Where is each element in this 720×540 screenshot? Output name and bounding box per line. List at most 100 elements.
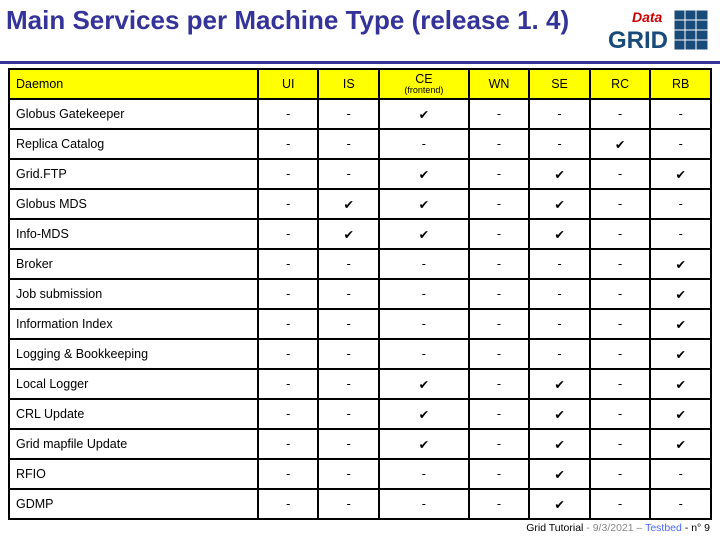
cell: - — [258, 99, 319, 129]
cell: - — [469, 159, 530, 189]
row-name: Logging & Bookkeeping — [9, 339, 258, 369]
cell: - — [379, 489, 469, 519]
cell: - — [318, 399, 379, 429]
cell: ✔ — [379, 369, 469, 399]
row-name: Grid.FTP — [9, 159, 258, 189]
cell: - — [650, 219, 711, 249]
cell: - — [529, 309, 590, 339]
cell: - — [590, 429, 651, 459]
cell: - — [469, 99, 530, 129]
col-ce: CE (frontend) — [379, 69, 469, 99]
col-daemon: Daemon — [9, 69, 258, 99]
cell: - — [258, 489, 319, 519]
cell: ✔ — [650, 249, 711, 279]
cell: - — [529, 99, 590, 129]
cell: - — [258, 159, 319, 189]
cell: - — [469, 429, 530, 459]
cell: - — [318, 459, 379, 489]
cell: - — [529, 249, 590, 279]
cell: ✔ — [650, 279, 711, 309]
cell: ✔ — [650, 339, 711, 369]
cell: - — [590, 369, 651, 399]
row-name: Information Index — [9, 309, 258, 339]
svg-text:GRID: GRID — [608, 27, 668, 54]
table-row: Globus MDS-✔✔-✔-- — [9, 189, 711, 219]
cell: ✔ — [379, 159, 469, 189]
cell: ✔ — [650, 429, 711, 459]
cell: - — [258, 279, 319, 309]
row-name: Broker — [9, 249, 258, 279]
cell: - — [318, 279, 379, 309]
datagrid-logo: Data GRID — [602, 6, 712, 59]
cell: - — [258, 219, 319, 249]
cell: - — [469, 279, 530, 309]
cell: - — [258, 189, 319, 219]
cell: - — [590, 459, 651, 489]
cell: - — [318, 369, 379, 399]
table-row: Globus Gatekeeper--✔---- — [9, 99, 711, 129]
cell: - — [650, 189, 711, 219]
cell: ✔ — [529, 429, 590, 459]
cell: ✔ — [650, 159, 711, 189]
row-name: Grid mapfile Update — [9, 429, 258, 459]
cell: - — [258, 459, 319, 489]
cell: - — [258, 339, 319, 369]
table-row: Logging & Bookkeeping------✔ — [9, 339, 711, 369]
cell: ✔ — [379, 219, 469, 249]
col-rc: RC — [590, 69, 651, 99]
cell: - — [469, 219, 530, 249]
cell: ✔ — [529, 189, 590, 219]
table-row: Grid.FTP--✔-✔-✔ — [9, 159, 711, 189]
table-row: Replica Catalog-----✔- — [9, 129, 711, 159]
table-row: GDMP----✔-- — [9, 489, 711, 519]
col-is: IS — [318, 69, 379, 99]
cell: - — [469, 309, 530, 339]
services-table: Daemon UI IS CE (frontend) WN SE RC RB G… — [8, 68, 712, 520]
cell: - — [590, 339, 651, 369]
table-header-row: Daemon UI IS CE (frontend) WN SE RC RB — [9, 69, 711, 99]
cell: - — [379, 459, 469, 489]
cell: ✔ — [650, 369, 711, 399]
cell: - — [318, 99, 379, 129]
cell: - — [590, 219, 651, 249]
cell: - — [379, 309, 469, 339]
cell: - — [529, 129, 590, 159]
cell: ✔ — [529, 369, 590, 399]
table-row: Info-MDS-✔✔-✔-- — [9, 219, 711, 249]
cell: - — [469, 369, 530, 399]
cell: - — [590, 309, 651, 339]
cell: - — [318, 129, 379, 159]
table-row: Local Logger--✔-✔-✔ — [9, 369, 711, 399]
cell: - — [318, 429, 379, 459]
cell: - — [590, 159, 651, 189]
cell: ✔ — [379, 189, 469, 219]
cell: - — [318, 249, 379, 279]
slide-title: Main Services per Machine Type (release … — [6, 6, 569, 35]
cell: - — [379, 339, 469, 369]
row-name: Local Logger — [9, 369, 258, 399]
cell: - — [258, 129, 319, 159]
row-name: Globus MDS — [9, 189, 258, 219]
cell: - — [590, 249, 651, 279]
cell: - — [590, 489, 651, 519]
cell: - — [318, 159, 379, 189]
cell: - — [590, 279, 651, 309]
table-row: CRL Update--✔-✔-✔ — [9, 399, 711, 429]
cell: ✔ — [529, 399, 590, 429]
cell: - — [258, 249, 319, 279]
cell: ✔ — [379, 429, 469, 459]
cell: - — [258, 369, 319, 399]
cell: - — [379, 129, 469, 159]
col-rb: RB — [650, 69, 711, 99]
cell: ✔ — [529, 489, 590, 519]
row-name: Globus Gatekeeper — [9, 99, 258, 129]
row-name: Job submission — [9, 279, 258, 309]
cell: - — [258, 309, 319, 339]
row-name: CRL Update — [9, 399, 258, 429]
cell: ✔ — [379, 399, 469, 429]
cell: - — [590, 99, 651, 129]
cell: - — [469, 129, 530, 159]
table-row: Grid mapfile Update--✔-✔-✔ — [9, 429, 711, 459]
cell: - — [590, 189, 651, 219]
cell: - — [258, 429, 319, 459]
